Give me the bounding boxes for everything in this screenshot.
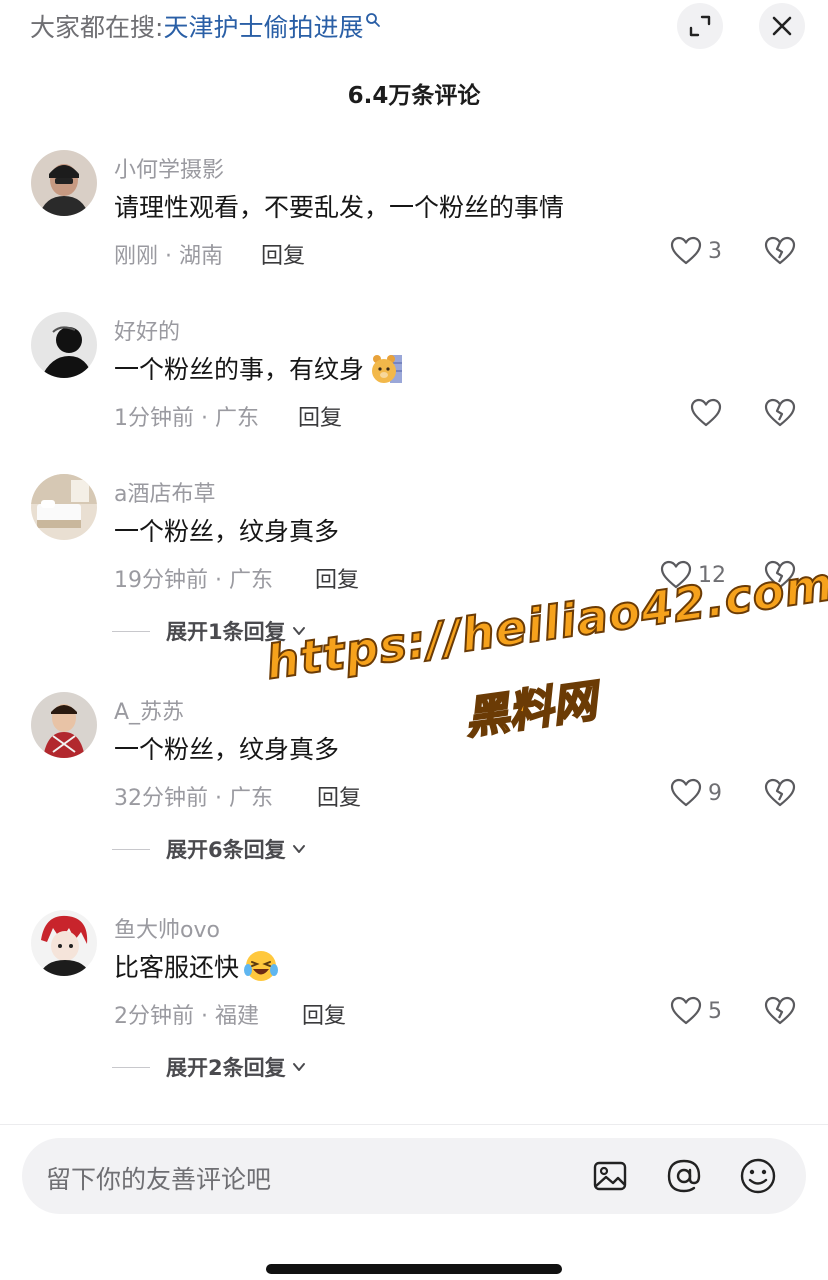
broken-heart-icon[interactable] — [764, 236, 796, 266]
comment-meta: 19分钟前 · 广东 — [114, 568, 273, 593]
avatar[interactable] — [31, 692, 97, 758]
comment-text: 一个粉丝的事，有纹身 — [114, 350, 404, 386]
comment-item: 好好的 一个粉丝的事，有纹身 1分钟前 · 广东 回复 — [0, 312, 828, 442]
avatar[interactable] — [31, 474, 97, 540]
expand-icon — [689, 15, 711, 37]
divider-line — [112, 1066, 150, 1068]
like-count: 3 — [708, 238, 722, 264]
reply-button[interactable]: 回复 — [298, 400, 342, 432]
comment-meta: 32分钟前 · 广东 — [114, 786, 273, 811]
at-icon[interactable] — [664, 1156, 704, 1196]
expand-replies-button[interactable]: 展开6条回复 — [112, 834, 306, 864]
comment-text: 一个粉丝，纹身真多 — [114, 517, 340, 546]
trending-search[interactable]: 大家都在搜: 天津护士偷拍进展 — [30, 8, 381, 44]
avatar[interactable] — [31, 910, 97, 976]
comment-item: 小何学摄影 请理性观看，不要乱发，一个粉丝的事情 刚刚 · 湖南 回复 3 — [0, 150, 828, 280]
close-icon — [772, 16, 792, 36]
reply-button[interactable]: 回复 — [315, 562, 359, 594]
like-button[interactable] — [690, 398, 722, 428]
bottom-divider — [0, 1124, 828, 1125]
username[interactable]: 鱼大帅ovo — [114, 912, 220, 944]
laughing-crying-emoji-icon — [244, 951, 279, 981]
comment-count: 6.4万条评论 — [347, 83, 481, 109]
broken-heart-icon[interactable] — [764, 398, 796, 428]
like-button[interactable]: 3 — [670, 236, 722, 266]
expand-replies-button[interactable]: 展开2条回复 — [112, 1052, 306, 1082]
comment-text: 请理性观看，不要乱发，一个粉丝的事情 — [114, 193, 565, 222]
comment-meta: 刚刚 · 湖南 — [114, 244, 223, 269]
heart-icon — [670, 778, 702, 807]
emoji-icon[interactable] — [738, 1156, 778, 1196]
reply-button[interactable]: 回复 — [317, 780, 361, 812]
comment-item: 鱼大帅ovo 比客服还快 2分钟前 · 福建 回复 5 — [0, 910, 828, 1040]
heart-icon — [670, 236, 702, 265]
comment-input[interactable]: 留下你的友善评论吧 — [22, 1138, 806, 1214]
like-button[interactable]: 9 — [670, 778, 722, 808]
comment-meta: 1分钟前 · 广东 — [114, 406, 259, 431]
reply-button[interactable]: 回复 — [302, 998, 346, 1030]
close-button[interactable] — [759, 3, 805, 49]
reply-button[interactable]: 回复 — [261, 238, 305, 270]
broken-heart-icon[interactable] — [764, 996, 796, 1026]
avatar[interactable] — [31, 312, 97, 378]
heart-icon — [670, 996, 702, 1025]
search-icon — [366, 13, 381, 27]
username[interactable]: 好好的 — [114, 314, 180, 346]
like-button[interactable]: 5 — [670, 996, 722, 1026]
comment-text: 比客服还快 — [114, 948, 279, 984]
search-prefix: 大家都在搜: — [30, 13, 164, 42]
image-icon[interactable] — [590, 1156, 630, 1196]
like-count: 9 — [708, 780, 722, 806]
like-count: 5 — [708, 998, 722, 1024]
bear-emoji-icon — [372, 355, 403, 383]
expand-button[interactable] — [677, 3, 723, 49]
username[interactable]: a酒店布草 — [114, 476, 215, 508]
divider-line — [112, 630, 150, 632]
chevron-down-icon — [292, 845, 305, 853]
avatar[interactable] — [31, 150, 97, 216]
broken-heart-icon[interactable] — [764, 778, 796, 808]
search-term-link[interactable]: 天津护士偷拍进展 — [163, 8, 363, 44]
divider-line — [112, 848, 150, 850]
comment-meta: 2分钟前 · 福建 — [114, 1004, 259, 1029]
heart-icon — [690, 398, 722, 427]
username[interactable]: 小何学摄影 — [114, 152, 224, 184]
username[interactable]: A_苏苏 — [114, 694, 184, 726]
chevron-down-icon — [292, 1063, 305, 1071]
home-indicator[interactable] — [266, 1264, 562, 1274]
comment-input-placeholder: 留下你的友善评论吧 — [46, 1165, 272, 1194]
